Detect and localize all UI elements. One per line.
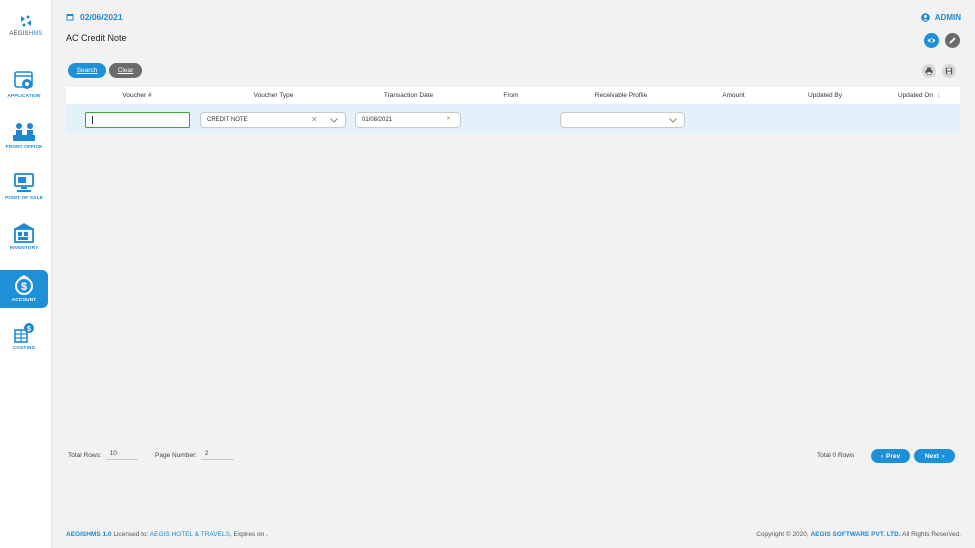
printer-icon	[925, 67, 933, 75]
page-title: AC Credit Note	[66, 33, 127, 43]
clear-selection-icon[interactable]: ✕	[311, 115, 318, 124]
user-avatar-icon	[920, 12, 930, 22]
app-logo[interactable]: AEGISHMS	[0, 14, 52, 37]
column-voucher-type[interactable]: Voucher Type	[226, 87, 321, 104]
edit-button[interactable]	[945, 33, 960, 48]
logo-arrows-icon	[21, 15, 31, 27]
total-rows-input[interactable]: 10	[105, 450, 138, 460]
prev-button[interactable]: ‹ Prev	[871, 449, 910, 463]
voucher-type-select[interactable]: CREDIT NOTE ✕	[200, 112, 346, 128]
column-updated-by[interactable]: Updated By	[791, 87, 859, 104]
sidebar-item-costing[interactable]: $ COSTING	[0, 322, 48, 362]
costing-calculator-icon: $	[14, 323, 34, 343]
sidebar-item-account[interactable]: $ ACCOUNT	[0, 270, 48, 308]
sidebar-item-front-office[interactable]: FRONT OFFICE	[0, 121, 48, 161]
view-button[interactable]	[924, 33, 939, 48]
chevron-right-icon: ›	[941, 452, 945, 460]
clear-date-icon[interactable]: ✕	[446, 115, 451, 122]
current-date: 02/06/2021	[66, 11, 123, 23]
column-voucher-no[interactable]: Voucher #	[96, 87, 178, 104]
clear-button[interactable]: Clear	[109, 63, 142, 78]
front-office-desk-icon	[13, 123, 35, 141]
chevron-down-icon	[330, 118, 338, 123]
column-transaction-date[interactable]: Transaction Date	[356, 87, 461, 104]
column-from[interactable]: From	[486, 87, 536, 104]
license-info: AEGISHMS 1.0 Licensed to: AEGIS HOTEL & …	[66, 531, 268, 538]
sidebar: AEGISHMS APPLICATION FRONT OFFICE POINT …	[0, 0, 52, 548]
column-updated-on[interactable]: Updated On ↕	[886, 87, 952, 104]
page-number-control: Page Number: 2	[155, 450, 234, 460]
eye-icon	[927, 38, 936, 43]
pencil-icon	[949, 37, 956, 44]
copyright-info: Copyright © 2020, AEGIS SOFTWARE PVT. LT…	[756, 531, 961, 538]
chevron-down-icon	[669, 118, 677, 123]
next-button[interactable]: Next ›	[914, 449, 955, 463]
receivable-profile-select[interactable]	[560, 112, 685, 128]
filter-row: CREDIT NOTE ✕ 01/08/2021 ✕	[66, 104, 960, 134]
table-header: Voucher # Voucher Type Transaction Date …	[66, 87, 960, 104]
user-menu[interactable]: ADMIN	[920, 11, 961, 23]
sort-icon: ↕	[936, 92, 941, 99]
text-cursor	[92, 116, 93, 124]
voucher-no-filter-input[interactable]	[85, 112, 190, 128]
sidebar-item-point-of-sale[interactable]: POINT OF SALE	[0, 172, 48, 212]
column-receivable-profile[interactable]: Receivable Profile	[571, 87, 671, 104]
calendar-icon	[66, 14, 74, 21]
total-count-text: Total 0 Rows	[817, 452, 855, 459]
transaction-date-input[interactable]: 01/08/2021 ✕	[355, 112, 461, 128]
account-dollar-bag-icon: $	[15, 275, 33, 295]
search-button[interactable]: Search	[68, 63, 106, 78]
application-gear-icon	[14, 71, 33, 89]
chevron-left-icon: ‹	[880, 452, 884, 460]
sidebar-item-application[interactable]: APPLICATION	[0, 70, 48, 110]
page-number-input[interactable]: 2	[200, 450, 234, 460]
column-amount[interactable]: Amount	[706, 87, 761, 104]
svg-text:$: $	[27, 326, 31, 333]
svg-text:$: $	[21, 281, 27, 293]
total-rows-control: Total Rows: 10	[68, 450, 138, 460]
logo-text: AEGISHMS	[9, 31, 43, 37]
export-button[interactable]	[942, 64, 956, 78]
sidebar-item-inventory[interactable]: INVENTORY	[0, 222, 48, 262]
inventory-warehouse-icon	[14, 223, 34, 243]
point-of-sale-monitor-icon	[14, 173, 34, 192]
print-button[interactable]	[922, 64, 936, 78]
save-disk-icon	[945, 67, 953, 75]
